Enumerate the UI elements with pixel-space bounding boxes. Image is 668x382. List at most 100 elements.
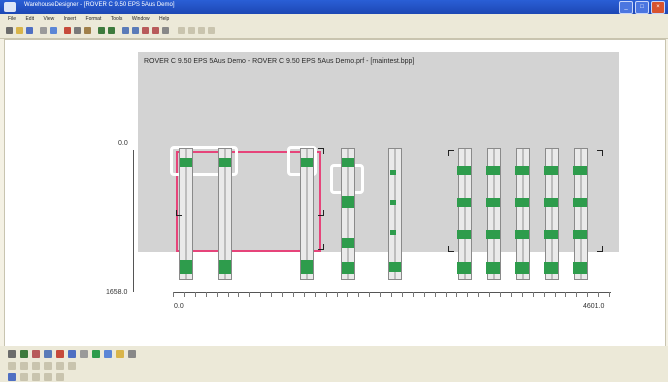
app-icon [4, 2, 16, 12]
layer-tool-icon[interactable] [104, 350, 112, 358]
select-tool-icon[interactable] [8, 350, 16, 358]
close-button[interactable]: × [651, 1, 665, 14]
zoom-out-icon[interactable] [132, 27, 139, 34]
ruler-tick [380, 292, 382, 297]
ruler-tick [609, 292, 610, 297]
shelf-block[interactable] [486, 166, 500, 175]
menu-tools[interactable]: Tools [111, 14, 123, 24]
ruler-tick [543, 292, 545, 297]
shelf-block[interactable] [486, 230, 500, 239]
rack-segment [390, 230, 396, 235]
shelf-block[interactable] [457, 262, 471, 274]
x-axis-right-label: 4601.0 [583, 303, 605, 310]
shelf-block[interactable] [457, 230, 471, 239]
shelf-block[interactable] [342, 158, 354, 167]
zoom-window-icon[interactable] [152, 27, 159, 34]
ungroup-icon[interactable] [68, 362, 76, 370]
status-snap-icon[interactable] [56, 373, 64, 381]
dimension-tool-icon[interactable] [80, 350, 88, 358]
status-lock-icon[interactable] [20, 373, 28, 381]
ruler-tick [391, 292, 392, 297]
zoom-fit-icon[interactable] [142, 27, 149, 34]
shelf-block[interactable] [515, 198, 529, 207]
menu-insert[interactable]: Insert [64, 14, 77, 24]
zoom-in-icon[interactable] [122, 27, 129, 34]
aisle-tool-icon[interactable] [68, 350, 76, 358]
status-ortho-icon[interactable] [44, 373, 52, 381]
shelf-block[interactable] [219, 158, 231, 167]
shelf-block[interactable] [515, 230, 529, 239]
shelf-block[interactable] [219, 260, 231, 274]
menu-edit[interactable]: Edit [25, 14, 34, 24]
open-folder-icon[interactable] [16, 27, 23, 34]
grid-icon[interactable] [178, 27, 185, 34]
menu-window[interactable]: Window [132, 14, 150, 24]
shelf-block[interactable] [515, 166, 529, 175]
align-right-icon[interactable] [32, 362, 40, 370]
snap-icon[interactable] [188, 27, 195, 34]
pan-icon[interactable] [162, 27, 169, 34]
shelf-block[interactable] [515, 262, 529, 274]
shelf-block[interactable] [301, 260, 313, 274]
text-tool-icon[interactable] [116, 350, 124, 358]
shelf-block[interactable] [544, 198, 558, 207]
undo-icon[interactable] [98, 27, 105, 34]
ruler-tick [173, 292, 174, 297]
menu-view[interactable]: View [43, 14, 54, 24]
shelf-block[interactable] [544, 230, 558, 239]
cut-icon[interactable] [64, 27, 71, 34]
ruler-tick [510, 292, 512, 297]
ruler-tick [260, 292, 262, 297]
maximize-button[interactable]: □ [635, 1, 649, 14]
align-center-icon[interactable] [20, 362, 28, 370]
bracket-marker [597, 150, 603, 156]
status-grid-icon[interactable] [32, 373, 40, 381]
menu-format[interactable]: Format [86, 14, 102, 24]
shelf-block[interactable] [180, 158, 192, 167]
align-left-icon[interactable] [8, 362, 16, 370]
menu-help[interactable]: Help [159, 14, 169, 24]
shelf-tool-icon[interactable] [56, 350, 64, 358]
shelf-block[interactable] [342, 196, 354, 208]
group-icon[interactable] [56, 362, 64, 370]
ruler-tick [194, 292, 196, 297]
paste-icon[interactable] [84, 27, 91, 34]
rack-column[interactable] [388, 148, 402, 280]
shelf-block[interactable] [389, 262, 401, 272]
shelf-block[interactable] [573, 198, 587, 207]
delete-tool-icon[interactable] [32, 350, 40, 358]
shelf-block[interactable] [342, 262, 354, 274]
distribute-icon[interactable] [44, 362, 52, 370]
shelf-block[interactable] [573, 230, 587, 239]
shelf-block[interactable] [573, 262, 587, 274]
menu-file[interactable]: File [8, 14, 16, 24]
shelf-block[interactable] [544, 262, 558, 274]
minimize-button[interactable]: _ [619, 1, 633, 14]
shelf-block[interactable] [301, 158, 313, 167]
shelf-block[interactable] [457, 198, 471, 207]
shelf-block[interactable] [457, 166, 471, 175]
move-tool-icon[interactable] [20, 350, 28, 358]
fill-tool-icon[interactable] [92, 350, 100, 358]
ruler-tick [467, 292, 469, 297]
copy-icon[interactable] [74, 27, 81, 34]
measure-icon[interactable] [208, 27, 215, 34]
menu-bar: File Edit View Insert Format Tools Windo… [0, 14, 668, 24]
layer-icon[interactable] [198, 27, 205, 34]
print-icon[interactable] [40, 27, 47, 34]
rack-column[interactable] [341, 148, 355, 280]
rack-tool-icon[interactable] [44, 350, 52, 358]
shelf-block[interactable] [342, 238, 354, 248]
new-icon[interactable] [6, 27, 13, 34]
status-save-icon[interactable] [8, 373, 16, 381]
shelf-block[interactable] [486, 198, 500, 207]
properties-tool-icon[interactable] [128, 350, 136, 358]
preview-icon[interactable] [50, 27, 57, 34]
save-icon[interactable] [26, 27, 33, 34]
shelf-block[interactable] [573, 166, 587, 175]
bracket-marker [318, 244, 324, 250]
shelf-block[interactable] [544, 166, 558, 175]
shelf-block[interactable] [180, 260, 192, 274]
shelf-block[interactable] [486, 262, 500, 274]
redo-icon[interactable] [108, 27, 115, 34]
